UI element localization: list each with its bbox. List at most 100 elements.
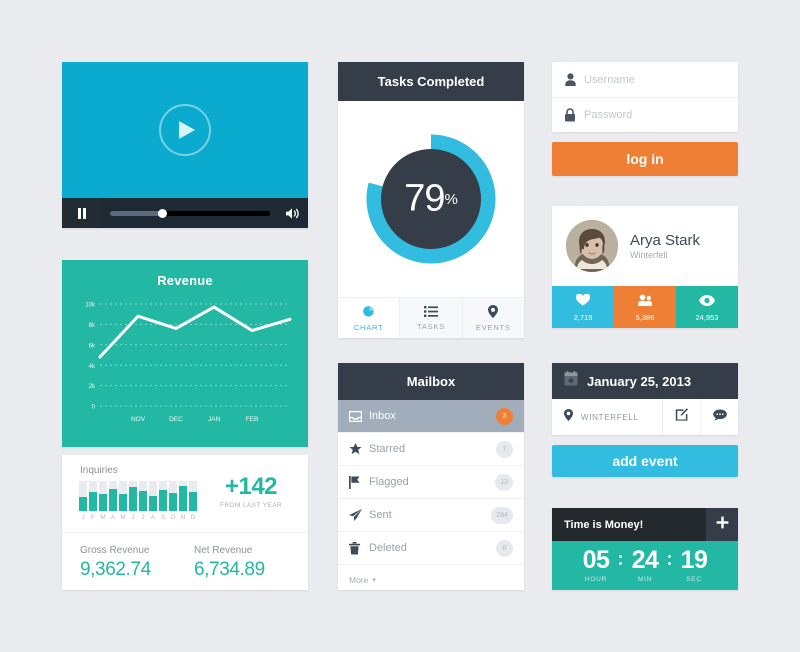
revenue-figures: Gross Revenue 9,362.74 Net Revenue 6,734… (62, 533, 308, 581)
play-icon (179, 121, 195, 139)
mailbox-item-badge: 13 (495, 473, 513, 491)
event-header: January 25, 2013 (552, 363, 738, 399)
event-card: January 25, 2013 WINTERFELL (552, 363, 738, 435)
password-input[interactable] (584, 109, 726, 121)
inquiries-bar-track (159, 481, 167, 511)
revenue-ytick: 4k (89, 364, 96, 370)
inquiries-chart-section: Inquiries JFMAMJJASOND +142 FROM LAST YE… (62, 455, 308, 533)
comment-event-button[interactable] (700, 399, 738, 435)
password-row (552, 97, 738, 132)
add-event-button[interactable]: add event (552, 445, 738, 477)
inquiries-bar-fill (129, 487, 137, 511)
pause-button[interactable] (62, 198, 102, 228)
inquiries-bar-column: M (99, 481, 107, 521)
event-location-label: WINTERFELL (581, 412, 639, 422)
profile-name: Arya Stark (630, 232, 701, 249)
profile-header: Arya Stark Winterfell (552, 206, 738, 286)
mailbox-item-label: Deleted (369, 542, 407, 554)
net-revenue-label: Net Revenue (194, 545, 253, 556)
inquiries-delta-value: +142 (224, 473, 278, 500)
event-body: WINTERFELL (552, 399, 738, 435)
progress-fill (110, 210, 162, 216)
inquiries-bar-track (89, 481, 97, 511)
profile-text: Arya Stark Winterfell (630, 232, 700, 260)
mailbox-item-label: Inbox (369, 410, 396, 422)
inquiries-bar-track (139, 481, 147, 511)
mailbox-card: Mailbox Inbox 3 Starred 7 Flagged 13 Sent 284 De… (338, 363, 524, 590)
inquiries-bar-fill (119, 493, 127, 511)
stat-likes[interactable]: 2,719 (552, 286, 614, 328)
mailbox-item-inbox[interactable]: Inbox 3 (338, 400, 524, 433)
tasks-completed-card: Tasks Completed 79% CHART TASKS EVENTS (338, 62, 524, 338)
inquiries-bar-fill (79, 496, 87, 511)
username-input[interactable] (584, 73, 726, 86)
chevron-down-icon: ▾ (372, 577, 376, 584)
calendar-icon (564, 371, 578, 391)
tab-tasks-label: TASKS (416, 321, 446, 331)
video-screen[interactable] (62, 62, 308, 198)
play-button[interactable] (159, 104, 211, 156)
inquiries-bar-column: F (89, 481, 97, 521)
revenue-xtick: DEC (169, 416, 183, 423)
mailbox-item-label: Starred (369, 443, 406, 455)
revenue-xtick: FEB (246, 416, 259, 423)
mailbox-more-button[interactable]: More ▾ (338, 565, 524, 595)
mailbox-item-deleted[interactable]: Deleted 6 (338, 532, 524, 565)
login-button[interactable]: log in (552, 142, 738, 176)
inquiries-month-label: M (100, 514, 106, 521)
username-row (552, 62, 738, 97)
avatar (566, 220, 618, 272)
timer-value: 19 (680, 546, 708, 574)
mailbox-list: Inbox 3 Starred 7 Flagged 13 Sent 284 Deleted 6 (338, 400, 524, 565)
progress-scrubber[interactable] (110, 208, 270, 218)
mailbox-item-flagged[interactable]: Flagged 13 (338, 466, 524, 499)
inquiries-month-label: D (190, 514, 196, 521)
mailbox-more-label: More (349, 575, 369, 585)
tab-chart[interactable]: CHART (338, 298, 400, 338)
inquiries-bar-column: O (169, 481, 177, 521)
tab-events[interactable]: EVENTS (461, 298, 524, 338)
inquiries-delta: +142 FROM LAST YEAR (208, 473, 294, 509)
timer-unit-label: HOUR (584, 576, 608, 583)
revenue-ytick: 8k (89, 323, 96, 329)
timer-unit-label: MIN (637, 576, 653, 583)
revenue-title: Revenue (157, 273, 213, 288)
tasks-tab-bar: CHART TASKS EVENTS (338, 297, 524, 338)
inquiries-bar-column: A (109, 481, 117, 521)
tasks-title: Tasks Completed (338, 62, 524, 101)
map-pin-icon (488, 304, 499, 320)
net-revenue-value: 6,734.89 (194, 559, 265, 580)
timer-add-button[interactable] (706, 508, 738, 541)
inquiries-bar-fill (139, 490, 147, 511)
eye-icon (699, 293, 715, 311)
inquiries-month-label: M (120, 514, 126, 521)
mailbox-item-sent[interactable]: Sent 284 (338, 499, 524, 532)
trash-icon (349, 541, 369, 555)
ui-kit-canvas: Revenue 0 2k 4k 6k 8k 10k NOV DEC JAN FEB Inquiri… (0, 0, 800, 652)
stat-views[interactable]: 24,953 (676, 286, 738, 328)
inquiries-bar-fill (169, 493, 177, 511)
edit-event-button[interactable] (662, 399, 700, 435)
inquiries-bar-track (149, 481, 157, 511)
inquiries-bar-chart: JFMAMJJASOND (79, 481, 197, 521)
profile-stats: 2,719 5,386 24,953 (552, 286, 738, 328)
mailbox-item-badge: 6 (496, 539, 513, 557)
star-icon (349, 443, 369, 455)
tab-tasks[interactable]: TASKS (399, 298, 462, 338)
mailbox-item-starred[interactable]: Starred 7 (338, 433, 524, 466)
revenue-line (98, 305, 292, 359)
inquiries-delta-caption: FROM LAST YEAR (219, 502, 283, 509)
stat-followers[interactable]: 5,386 (614, 286, 676, 328)
inquiries-bar-track (79, 481, 87, 511)
progress-knob[interactable] (158, 208, 167, 218)
inquiries-bar-fill (189, 492, 197, 511)
countdown-timer-card: Time is Money! 05 HOUR 24 MIN 19 SEC (552, 508, 738, 590)
profile-card: Arya Stark Winterfell 2,719 5,386 24,953 (552, 206, 738, 328)
inquiries-bar-track (189, 481, 197, 511)
volume-icon[interactable] (278, 207, 308, 220)
revenue-line-chart: 0 2k 4k 6k 8k 10k NOV DEC JAN FEB (85, 303, 292, 423)
lock-icon (564, 108, 584, 122)
inquiries-card: Inquiries JFMAMJJASOND +142 FROM LAST YE… (62, 455, 308, 590)
inquiries-month-label: J (131, 514, 135, 521)
video-player-card (62, 62, 308, 228)
